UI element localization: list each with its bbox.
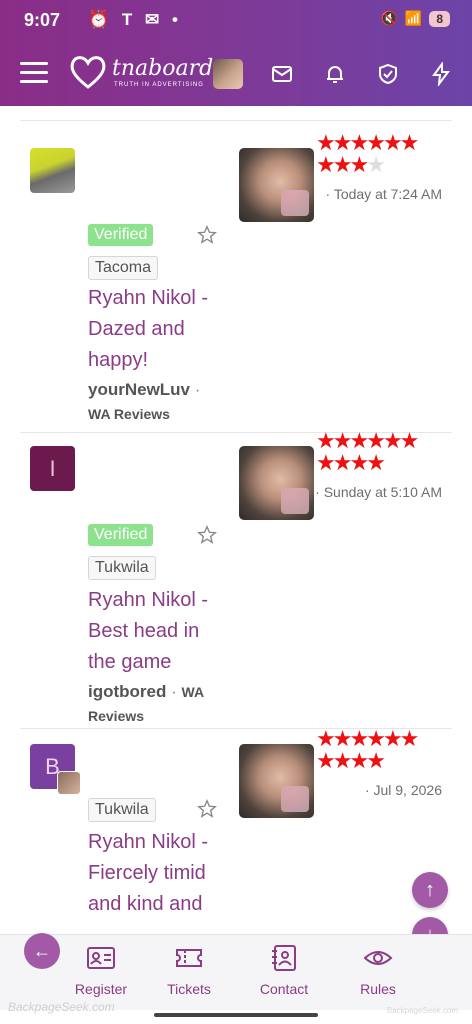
location-tag[interactable]: Tukwila bbox=[88, 556, 156, 580]
rating-star-icon: ★ bbox=[382, 428, 403, 453]
watermark: BackpageSeek.com bbox=[8, 1000, 115, 1014]
rating-star-icon: ★ bbox=[349, 450, 369, 475]
rating-star-icon: ★ bbox=[366, 748, 386, 773]
dot-icon: • bbox=[172, 10, 182, 29]
rating-star-icon: ★ bbox=[382, 130, 403, 155]
location-tag[interactable]: Tukwila bbox=[88, 798, 156, 822]
watermark-small: BackpageSeek.com bbox=[386, 1006, 458, 1015]
location-tag[interactable]: Tacoma bbox=[88, 256, 159, 280]
star-rating: ★★★★★★ ★★★★ bbox=[316, 132, 444, 176]
nav-rules[interactable]: Rules bbox=[340, 945, 416, 997]
contact-book-icon bbox=[272, 945, 296, 971]
alarm-icon: ⏰ bbox=[88, 10, 114, 29]
rating-star-icon: ★ bbox=[399, 130, 420, 155]
thread-thumbnail[interactable] bbox=[239, 446, 314, 520]
top-bar: 9:07 ⏰ T ✉ • 🔇 📶 8 tnaboard TRUTH IN ADV… bbox=[0, 0, 472, 106]
thread-byline: yourNewLuv · WA Reviews bbox=[88, 378, 228, 426]
ticket-icon bbox=[176, 949, 202, 967]
scroll-top-button[interactable]: ↑ bbox=[412, 872, 448, 908]
thread-thumbnail[interactable] bbox=[239, 148, 314, 222]
mail-notif-icon: ✉ bbox=[145, 10, 164, 29]
nav-register[interactable]: Register bbox=[63, 945, 139, 997]
bookmark-star-icon[interactable] bbox=[196, 524, 218, 546]
divider bbox=[20, 120, 452, 121]
thread-byline: igotbored · WA Reviews bbox=[88, 680, 228, 728]
rating-star-icon: ★ bbox=[349, 152, 369, 177]
mute-icon: 🔇 bbox=[380, 10, 398, 26]
nav-label: Tickets bbox=[167, 981, 211, 997]
thread-thumbnail[interactable] bbox=[239, 744, 314, 818]
logo-text: tnaboard bbox=[112, 56, 214, 81]
separator: · bbox=[171, 682, 177, 701]
nav-contact[interactable]: Contact bbox=[246, 945, 322, 997]
notification-icons: ⏰ T ✉ • bbox=[88, 10, 182, 30]
back-button[interactable]: ← bbox=[24, 933, 60, 969]
arrow-left-icon: ← bbox=[33, 940, 51, 961]
nav-label: Rules bbox=[360, 981, 396, 997]
wifi-icon: 📶 bbox=[404, 10, 423, 26]
arrow-up-icon: ↑ bbox=[425, 878, 435, 901]
rating-star-icon: ★ bbox=[316, 450, 336, 475]
bookmark-star-icon[interactable] bbox=[196, 224, 218, 246]
id-card-icon bbox=[87, 947, 115, 969]
author-avatar[interactable]: I bbox=[30, 446, 75, 491]
shield-check-icon[interactable] bbox=[376, 62, 400, 86]
verified-badge: Verified bbox=[88, 224, 154, 246]
site-header: tnaboard TRUTH IN ADVERTISING bbox=[0, 42, 472, 106]
nav-label: Register bbox=[74, 981, 128, 997]
author-name[interactable]: igotbored bbox=[88, 682, 166, 701]
star-rating: ★★★★★★ ★★★★ bbox=[316, 430, 444, 474]
verified-badge: Verified bbox=[88, 524, 154, 546]
rating-star-icon: ★ bbox=[349, 748, 369, 773]
nav-tickets[interactable]: Tickets bbox=[151, 945, 227, 997]
status-time: 9:07 bbox=[24, 10, 61, 30]
mail-icon[interactable] bbox=[270, 62, 294, 86]
thread-title[interactable]: Ryahn Nikol - Fiercely timid and kind an… bbox=[88, 827, 223, 920]
avatar-mini-thumb bbox=[57, 771, 81, 795]
t-app-icon: T bbox=[121, 10, 137, 29]
star-rating: ★★★★★★ ★★★★ bbox=[316, 728, 444, 772]
user-avatar[interactable] bbox=[213, 59, 243, 89]
status-bar: 9:07 ⏰ T ✉ • 🔇 📶 8 bbox=[0, 0, 472, 42]
author-avatar[interactable] bbox=[30, 148, 75, 193]
author-name[interactable]: yourNewLuv bbox=[88, 380, 190, 399]
post-date: · Jul 9, 2026 bbox=[364, 782, 442, 798]
logo-tagline: TRUTH IN ADVERTISING bbox=[114, 82, 204, 88]
menu-icon[interactable] bbox=[20, 62, 48, 84]
separator: · bbox=[194, 380, 201, 399]
battery-badge: 8 bbox=[429, 10, 450, 27]
rating-star-icon: ★ bbox=[366, 152, 386, 177]
site-logo[interactable]: tnaboard TRUTH IN ADVERTISING bbox=[68, 52, 213, 96]
nav-label: Contact bbox=[259, 981, 309, 997]
post-date: · Today at 7:24 AM bbox=[325, 186, 442, 202]
eye-icon bbox=[363, 951, 393, 965]
rating-star-icon: ★ bbox=[316, 748, 336, 773]
bolt-icon[interactable] bbox=[429, 62, 453, 86]
thread-title[interactable]: Ryahn Nikol - Dazed and happy! bbox=[88, 283, 223, 376]
rating-star-icon: ★ bbox=[399, 726, 420, 751]
rating-star-icon: ★ bbox=[382, 726, 403, 751]
rating-star-icon: ★ bbox=[332, 748, 353, 773]
forum-link[interactable]: WA Reviews bbox=[88, 406, 170, 422]
rating-star-icon: ★ bbox=[332, 450, 353, 475]
heart-logo-icon bbox=[70, 56, 106, 89]
rating-star-icon: ★ bbox=[316, 152, 336, 177]
rating-star-icon: ★ bbox=[399, 428, 420, 453]
post-date: · Sunday at 5:10 AM bbox=[315, 484, 442, 500]
thread-title[interactable]: Ryahn Nikol - Best head in the game bbox=[88, 585, 223, 678]
bookmark-star-icon[interactable] bbox=[196, 798, 218, 820]
home-indicator[interactable] bbox=[154, 1013, 318, 1017]
bottom-nav: Register Tickets Contact Rules bbox=[0, 934, 472, 1010]
rating-star-icon: ★ bbox=[332, 152, 353, 177]
rating-star-icon: ★ bbox=[366, 450, 386, 475]
bell-icon[interactable] bbox=[323, 62, 347, 86]
status-right: 🔇 📶 8 bbox=[380, 10, 450, 27]
